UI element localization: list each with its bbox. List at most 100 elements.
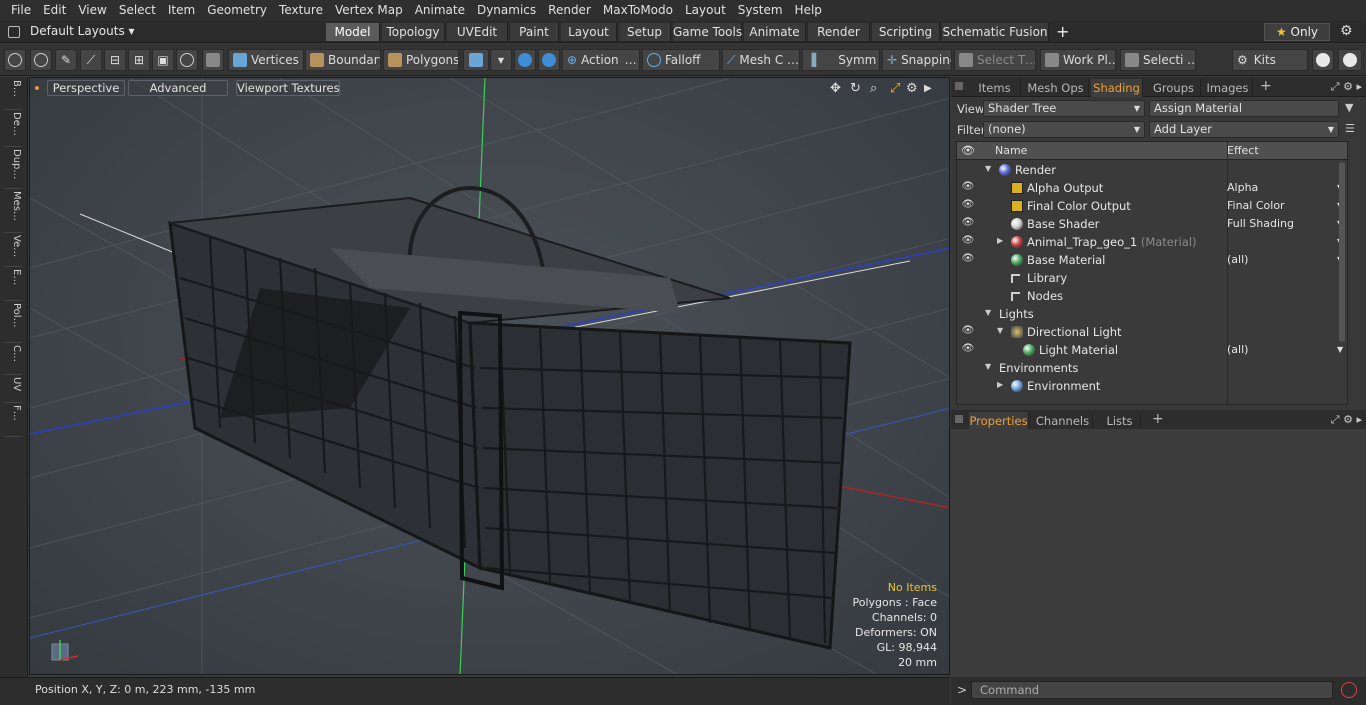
left-tab-7[interactable]: C… [4, 345, 22, 375]
layout-tab-render[interactable]: Render [808, 23, 870, 41]
globe-button[interactable] [30, 49, 52, 71]
viewport-menu-arrow-icon[interactable]: ▶ [924, 83, 932, 94]
tree-row[interactable]: ▼ Render [957, 161, 1347, 179]
gear-icon[interactable]: ⚙ [1340, 23, 1353, 39]
properties-tab-channels[interactable]: Channels [1033, 412, 1093, 430]
tree-row[interactable]: 👁 ▼ Directional Light [957, 323, 1347, 341]
tree-row[interactable]: ▼ Lights [957, 305, 1347, 323]
layout-tab-paint[interactable]: Paint [510, 23, 559, 41]
effect-column-header[interactable]: Effect [1227, 144, 1259, 157]
tree-item-effect[interactable]: Alpha [1227, 181, 1258, 194]
pen-button[interactable]: ✎ [55, 49, 77, 71]
panel-tab-mesh-ops[interactable]: Mesh Ops [1023, 79, 1089, 97]
menu-item-view[interactable]: View [72, 0, 112, 21]
visibility-eye-icon[interactable]: 👁 [961, 181, 975, 192]
left-tab-9[interactable]: F… [4, 405, 22, 437]
add-properties-tab-button[interactable]: + [1152, 411, 1164, 427]
panel-gear-icon[interactable]: ⚙ [1343, 413, 1353, 426]
panel-arrow-icon[interactable]: ▸ [1356, 80, 1362, 93]
left-tab-8[interactable]: UV [4, 377, 22, 403]
symmetry-x-button[interactable] [514, 49, 536, 71]
viewport-settings-icon[interactable]: ⚙ [906, 81, 918, 96]
symmetry-y-button[interactable] [538, 49, 560, 71]
visibility-eye-icon[interactable]: 👁 [961, 325, 975, 336]
center-button[interactable]: ⊞ [128, 49, 150, 71]
tree-item-effect[interactable]: (all) [1227, 343, 1248, 356]
tree-row[interactable]: 👁Base ShaderFull Shading▼ [957, 215, 1347, 233]
work-plane-button[interactable]: Work Pl… [1040, 49, 1116, 71]
symmetry-button[interactable]: ▐ Symm … [802, 49, 880, 71]
name-column-header[interactable]: Name [995, 144, 1027, 157]
snapping-button[interactable]: ✛ Snapping [882, 49, 952, 71]
menu-item-help[interactable]: Help [789, 0, 828, 21]
filter-select[interactable]: (none) ▼ [983, 121, 1145, 138]
chevron-down-icon[interactable]: ▼ [1337, 345, 1343, 354]
frame-button[interactable]: ▣ [152, 49, 174, 71]
layout-tab-animate[interactable]: Animate [744, 23, 806, 41]
add-layer-select[interactable]: Add Layer ▼ [1149, 121, 1339, 138]
left-tab-1[interactable]: De… [4, 112, 22, 147]
assign-material-button[interactable]: Assign Material [1149, 100, 1339, 117]
menu-item-animate[interactable]: Animate [409, 0, 471, 21]
left-tab-4[interactable]: Ve… [4, 235, 22, 267]
tree-row[interactable]: ▶ Environment [957, 377, 1347, 395]
move-view-icon[interactable]: ✥ [830, 81, 841, 96]
panel-tab-shading[interactable]: Shading [1091, 79, 1143, 97]
menu-item-select[interactable]: Select [113, 0, 162, 21]
advanced-dropdown[interactable]: Advanced [128, 80, 228, 96]
left-tab-0[interactable]: B… [4, 80, 22, 110]
kits-button[interactable]: ⚙ Kits [1232, 49, 1308, 71]
menu-item-file[interactable]: File [5, 0, 37, 21]
properties-tab-lists[interactable]: Lists [1099, 412, 1141, 430]
rotate-view-icon[interactable]: ↻ [850, 81, 861, 96]
tree-item-effect[interactable]: Final Color [1227, 199, 1285, 212]
visibility-eye-icon[interactable]: 👁 [961, 235, 975, 246]
polygons-button[interactable]: Polygons [383, 49, 459, 71]
boundary-button[interactable]: Boundary [305, 49, 381, 71]
panel-tab-items[interactable]: Items [969, 79, 1021, 97]
expand-arrow-icon[interactable]: ▼ [985, 308, 991, 317]
menu-item-vertex-map[interactable]: Vertex Map [329, 0, 409, 21]
selection-sets-button[interactable]: Selecti … [1120, 49, 1196, 71]
perspective-dropdown[interactable]: Perspective [47, 80, 125, 96]
layout-tab-scripting[interactable]: Scripting [872, 23, 940, 41]
panel-tab-groups[interactable]: Groups [1147, 79, 1201, 97]
list-icon[interactable]: ☰ [1345, 122, 1359, 136]
menu-item-maxtomodo[interactable]: MaxToModo [597, 0, 679, 21]
layout-tab-uvedit[interactable]: UVEdit [447, 23, 508, 41]
record-icon[interactable] [1341, 682, 1357, 698]
tree-row[interactable]: 👁Base Material(all)▼ [957, 251, 1347, 269]
tree-item-effect[interactable]: Full Shading [1227, 217, 1294, 230]
layout-tab-topology[interactable]: Topology [382, 23, 445, 41]
panel-gear-icon[interactable]: ⚙ [1343, 80, 1353, 93]
layout-tab-setup[interactable]: Setup [619, 23, 671, 41]
visibility-eye-icon[interactable]: 👁 [961, 217, 975, 228]
layout-tab-layout[interactable]: Layout [561, 23, 617, 41]
collapse-arrow-icon[interactable]: ▶ [997, 236, 1003, 245]
tree-row[interactable]: 👁 Light Material (all) ▼ [957, 341, 1347, 359]
tree-row[interactable]: Library [957, 269, 1347, 287]
pie-button[interactable] [176, 49, 198, 71]
mesh-constraints-button[interactable]: ⟋ Mesh C … [722, 49, 800, 71]
command-input[interactable]: Command [971, 681, 1333, 699]
maximize-view-icon[interactable]: ⤢ [890, 81, 900, 96]
menu-item-dynamics[interactable]: Dynamics [471, 0, 542, 21]
zoom-view-icon[interactable]: ⌕ [870, 81, 877, 96]
layout-tab-game-tools[interactable]: Game Tools [673, 23, 742, 41]
material-mode-button[interactable] [463, 49, 489, 71]
visibility-eye-icon[interactable]: 👁 [961, 253, 975, 264]
panel-arrow-icon[interactable]: ▸ [1356, 413, 1362, 426]
expand-arrow-icon[interactable]: ▼ [997, 326, 1003, 335]
menu-item-system[interactable]: System [732, 0, 789, 21]
view-select[interactable]: Shader Tree ▼ [983, 100, 1145, 117]
add-panel-tab-button[interactable]: + [1260, 78, 1272, 94]
item-mode-button[interactable] [202, 49, 224, 71]
3d-viewport[interactable]: Perspective Advanced Viewport Textures ✥… [29, 77, 950, 675]
tree-item-effect[interactable]: (all) [1227, 253, 1248, 266]
tree-row[interactable]: 👁▶Animal_Trap_geo_1 (Material)▼ [957, 233, 1347, 251]
left-tab-6[interactable]: Pol… [4, 303, 22, 343]
tree-row[interactable]: 👁Final Color OutputFinal Color▼ [957, 197, 1347, 215]
menu-item-layout[interactable]: Layout [679, 0, 732, 21]
menu-item-geometry[interactable]: Geometry [201, 0, 273, 21]
expand-icon[interactable]: ⤢ [1331, 80, 1340, 93]
